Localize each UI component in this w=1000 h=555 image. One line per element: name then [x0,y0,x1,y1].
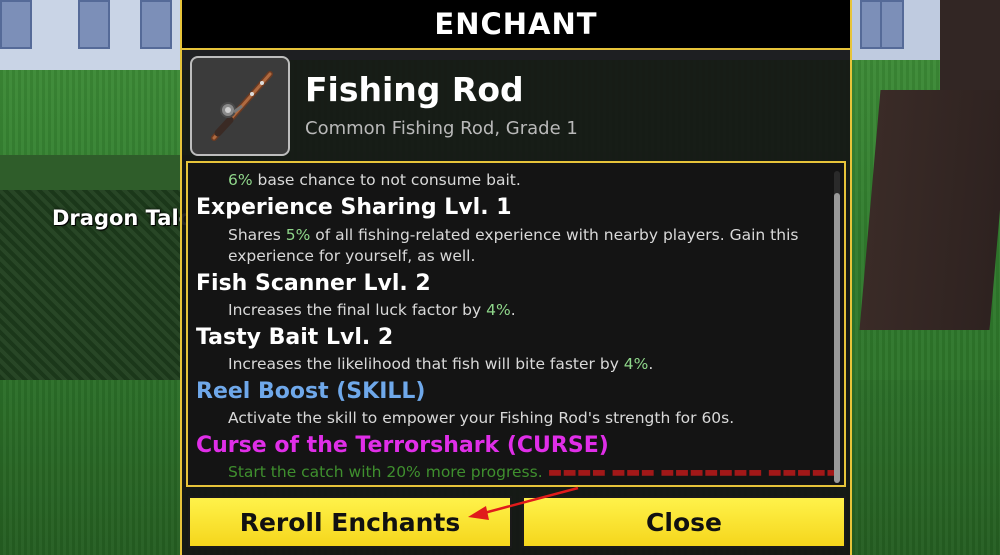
panel-title: ENCHANT [182,0,850,50]
building-window [0,0,32,49]
enchant-title: Fish Scanner Lvl. 2 [196,271,431,296]
enchant-list[interactable]: 6% base chance to not consume bait. Expe… [186,161,846,487]
enchant-percent: 4% [486,301,511,319]
fishing-rod-icon [211,71,273,141]
enchant-percent: 6% [228,171,253,189]
tree-trunk-top [940,0,1000,100]
enchant-title: Experience Sharing Lvl. 1 [196,195,512,220]
npc-name-label: Dragon Talo [52,206,194,230]
building-window [78,0,110,49]
enchant-description: Shares 5% of all fishing-related experie… [228,225,818,267]
enchant-description: Increases the final luck factor by 4%. [228,301,516,319]
item-subtitle: Common Fishing Rod, Grade 1 [305,118,578,139]
building-window [880,0,904,49]
enchant-description-text: Start the catch with 20% more progress. [228,463,543,481]
enchant-title: Tasty Bait Lvl. 2 [196,325,394,350]
close-button[interactable]: Close [522,496,846,548]
enchant-description-text: . [510,301,516,319]
enchant-description-text: Shares [228,226,286,244]
enchant-description-text: base chance to not consume bait. [252,171,521,189]
enchant-percent: 5% [285,226,311,244]
enchant-percent: 4% [623,355,649,373]
obscured-text: ▬▬▬▬ ▬▬▬ ▬▬▬▬▬▬▬ ▬▬▬▬▬ ▬▬▬▬ [547,463,844,481]
enchant-title-curse: Curse of the Terrorshark (CURSE) [196,433,609,458]
enchant-description-text: Increases the final luck factor by [228,301,487,319]
enchant-description-text: of all fishing-related experience with n… [228,226,799,265]
enchant-title-skill: Reel Boost (SKILL) [196,379,426,404]
reroll-enchants-button[interactable]: Reroll Enchants [188,496,512,548]
tree-trunk [859,90,1000,330]
item-name: Fishing Rod [305,70,524,109]
item-icon-frame [190,56,290,156]
enchant-description: Activate the skill to empower your Fishi… [228,409,735,427]
enchant-description: 6% base chance to not consume bait. [228,171,521,189]
enchant-panel: ENCHANT Fishing Rod Common Fishing Rod, … [180,0,852,555]
enchant-description: Increases the likelihood that fish will … [228,355,653,373]
building-window [140,0,172,49]
enchant-description-text: . [648,355,654,373]
enchant-description-curse: Start the catch with 20% more progress. … [228,463,844,481]
building-left [0,0,200,70]
enchant-description-text: Increases the likelihood that fish will … [228,355,624,373]
scrollbar-thumb[interactable] [834,193,840,483]
